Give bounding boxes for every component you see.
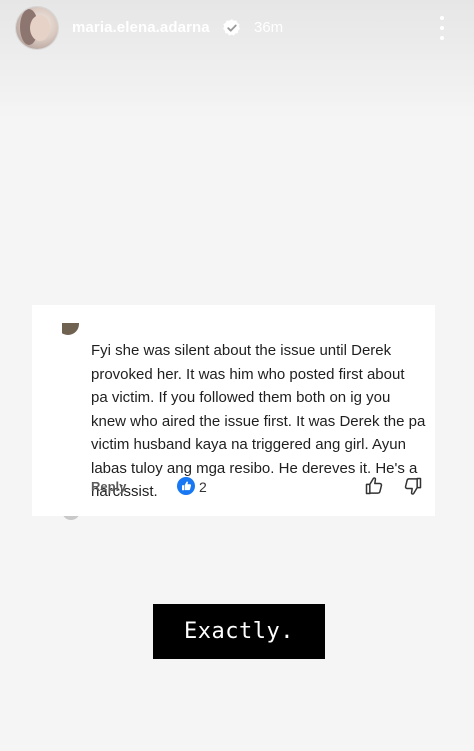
username[interactable]: maria.elena.adarna [72, 19, 210, 36]
more-vertical-icon[interactable] [434, 14, 450, 42]
comment-header-clipped [62, 323, 192, 335]
more-dot [440, 16, 444, 20]
avatar-face [30, 15, 50, 41]
story-time: 36m [254, 19, 284, 36]
thumb-up-icon[interactable] [364, 476, 384, 496]
next-comment-avatar-clipped [62, 516, 80, 520]
thumb-down-icon[interactable] [403, 476, 423, 496]
commenter-avatar [62, 323, 79, 335]
comment-card: Fyi she was silent about the issue until… [32, 305, 435, 516]
comment-line: provoked her. It was him who posted firs… [91, 365, 405, 383]
comment-line: knew who aired the issue first. It was D… [91, 412, 426, 430]
verified-badge-icon [223, 19, 240, 36]
story-header: maria.elena.adarna 36m [0, 0, 474, 120]
comment-line: pa victim. If you followed them both on … [91, 389, 391, 406]
avatar[interactable] [16, 7, 58, 49]
more-dot [440, 36, 444, 40]
like-badge-icon [177, 477, 195, 495]
comment-line: Fyi she was silent about the issue until… [91, 342, 392, 359]
more-dot [440, 26, 444, 30]
comment-line: victim husband kaya na triggered ang gir… [91, 436, 406, 453]
caption-text: Exactly. [184, 619, 294, 644]
story-caption: Exactly. [153, 604, 325, 659]
like-count: 2 [199, 479, 207, 495]
reply-button[interactable]: Reply [91, 479, 126, 494]
